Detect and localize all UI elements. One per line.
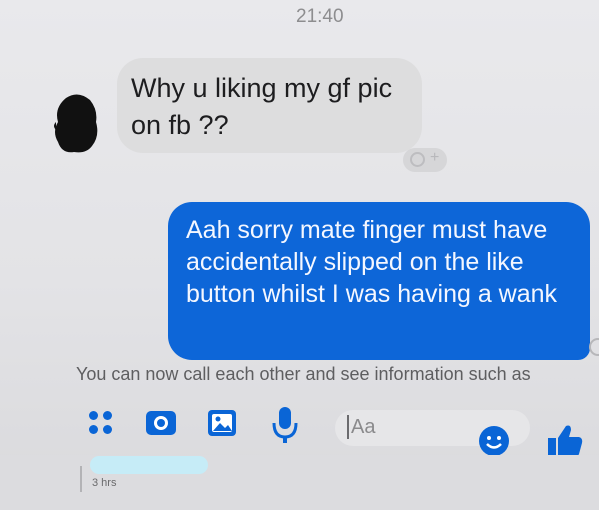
contact-avatar[interactable] [52,92,102,156]
reaction-emoji-icon [410,152,425,167]
incoming-message-bubble[interactable]: Why u liking my gf pic on fb ?? [117,58,422,153]
plus-icon: + [430,149,440,166]
microphone-icon[interactable] [270,405,310,445]
seen-indicator-icon [589,338,599,356]
composer-toolbar: Aa [80,405,599,457]
message-timestamp: 21:40 [296,6,344,27]
redacted-name [90,456,208,474]
image-icon[interactable] [206,405,246,445]
incoming-message-text: Why u liking my gf pic on fb ?? [131,73,393,140]
message-input-placeholder: Aa [351,416,376,438]
outgoing-message-text: Aah sorry mate finger must have accident… [186,216,558,308]
info-notice: You can now call each other and see info… [76,364,531,384]
add-reaction-button[interactable]: + [403,148,447,172]
text-cursor [347,415,349,439]
footer-divider [80,466,82,492]
post-age: 3 hrs [92,477,117,489]
outgoing-message-bubble[interactable]: Aah sorry mate finger must have accident… [168,202,590,360]
camera-icon[interactable] [144,405,184,445]
menu-dots-icon[interactable] [85,405,125,445]
